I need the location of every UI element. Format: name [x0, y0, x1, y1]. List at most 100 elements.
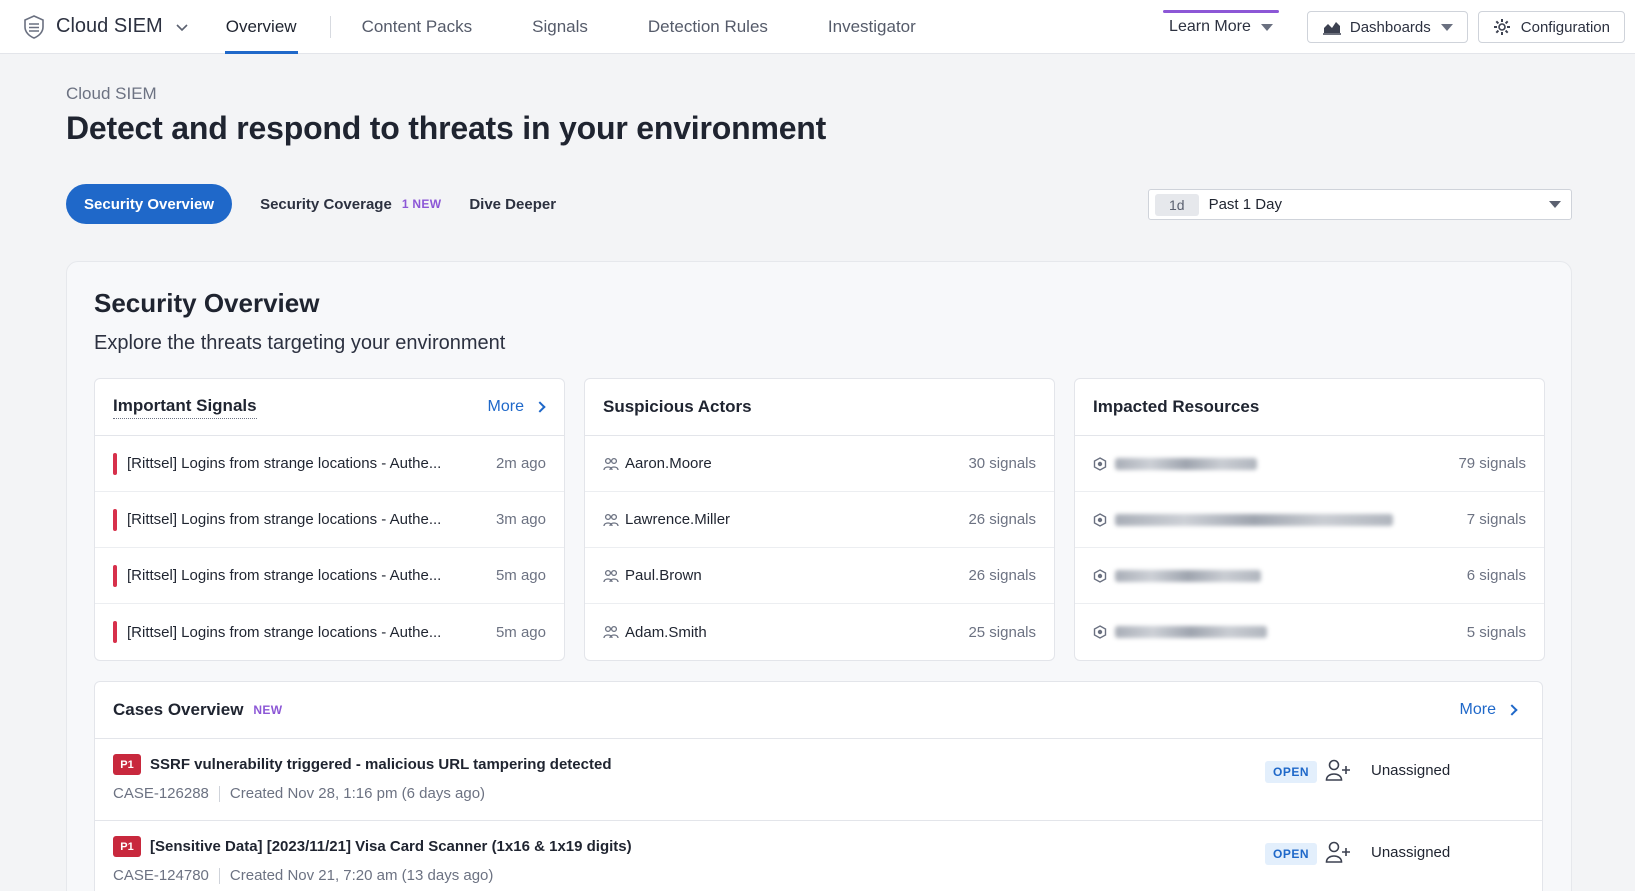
important-signals-title[interactable]: Important Signals — [113, 396, 257, 419]
case-meta: CASE-124780 Created Nov 21, 7:20 am (13 … — [113, 867, 493, 884]
actor-row[interactable]: Adam.Smith 25 signals — [585, 604, 1054, 660]
user-group-icon — [603, 624, 619, 640]
priority-badge: P1 — [113, 836, 141, 857]
tab-dive-deeper[interactable]: Dive Deeper — [469, 196, 556, 213]
actor-signal-count: 30 signals — [968, 455, 1036, 472]
case-id: CASE-126288 — [113, 785, 209, 802]
case-created: Created Nov 28, 1:16 pm (6 days ago) — [229, 785, 486, 802]
assignee-label[interactable]: Unassigned — [1371, 844, 1450, 861]
tab-overview[interactable]: Overview — [224, 0, 298, 54]
tab-security-coverage[interactable]: Security Coverage 1 NEW — [260, 196, 441, 213]
breadcrumb[interactable]: Cloud SIEM — [66, 84, 157, 104]
time-range-picker[interactable]: 1d Past 1 Day — [1148, 189, 1572, 220]
resource-icon — [1093, 456, 1107, 471]
signal-row[interactable]: [Rittsel] Logins from strange locations … — [95, 604, 564, 660]
resource-row[interactable]: 5 signals — [1075, 604, 1544, 660]
signal-row[interactable]: [Rittsel] Logins from strange locations … — [95, 492, 564, 548]
caret-down-icon — [1440, 23, 1453, 31]
status-badge: OPEN — [1265, 761, 1318, 783]
configuration-button[interactable]: Configuration — [1477, 11, 1625, 43]
section-tabs: Security Overview Security Coverage 1 NE… — [66, 184, 556, 224]
case-title[interactable]: SSRF vulnerability triggered - malicious… — [150, 756, 611, 773]
assignee-label[interactable]: Unassigned — [1371, 762, 1450, 779]
caret-down-icon — [1549, 201, 1561, 208]
severity-indicator — [113, 452, 117, 475]
panel-header: Suspicious Actors — [585, 379, 1054, 436]
resource-row[interactable]: 7 signals — [1075, 492, 1544, 548]
signal-time: 2m ago — [495, 455, 546, 472]
case-meta: CASE-126288 Created Nov 28, 1:16 pm (6 d… — [113, 785, 485, 802]
case-id: CASE-124780 — [113, 867, 209, 884]
impacted-resources-panel: Impacted Resources 79 signals 7 signals … — [1074, 378, 1545, 661]
time-range-label: Past 1 Day — [1208, 196, 1282, 213]
tab-content-packs[interactable]: Content Packs — [361, 0, 474, 54]
signal-time: 5m ago — [495, 567, 546, 584]
actor-row[interactable]: Lawrence.Miller 26 signals — [585, 492, 1054, 548]
nav-divider — [329, 15, 331, 38]
chevron-right-icon — [1506, 704, 1518, 716]
user-group-icon — [603, 512, 619, 528]
priority-badge: P1 — [113, 754, 141, 775]
resource-icon — [1093, 625, 1107, 639]
user-group-icon — [603, 568, 619, 584]
redacted-resource-name — [1115, 569, 1261, 582]
main-tabs: Overview Content Packs Signals Detection… — [224, 0, 975, 54]
caret-down-icon — [1260, 23, 1273, 31]
resource-signal-count: 7 signals — [1466, 511, 1526, 528]
section-subtitle: Explore the threats targeting your envir… — [94, 332, 506, 354]
resource-signal-count: 6 signals — [1466, 567, 1526, 584]
case-header: P1 SSRF vulnerability triggered - malici… — [113, 754, 611, 775]
app-title: Cloud SIEM — [56, 15, 163, 37]
chevron-down-icon — [175, 20, 189, 34]
impacted-resources-title: Impacted Resources — [1093, 397, 1260, 416]
resource-signal-count: 79 signals — [1458, 455, 1526, 472]
case-header: P1 [Sensitive Data] [2023/11/21] Visa Ca… — [113, 836, 632, 857]
tab-detection-rules[interactable]: Detection Rules — [647, 0, 769, 54]
actor-row[interactable]: Paul.Brown 26 signals — [585, 548, 1054, 604]
important-signals-panel: Important Signals More [Rittsel] Logins … — [94, 378, 565, 661]
app-switcher[interactable]: Cloud SIEM — [22, 0, 189, 54]
add-assignee-icon[interactable] — [1325, 840, 1351, 864]
actor-name: Adam.Smith — [625, 623, 707, 641]
signal-row[interactable]: [Rittsel] Logins from strange locations … — [95, 436, 564, 492]
more-signals-link[interactable]: More — [488, 398, 546, 416]
signal-time: 3m ago — [495, 511, 546, 528]
chevron-right-icon — [534, 401, 546, 413]
nav-actions: Learn More Dashboards Configuration — [1163, 0, 1625, 54]
resource-signal-count: 5 signals — [1466, 623, 1526, 641]
case-row[interactable]: P1 [Sensitive Data] [2023/11/21] Visa Ca… — [95, 821, 1542, 891]
page-title: Detect and respond to threats in your en… — [66, 110, 827, 146]
signal-title: [Rittsel] Logins from strange locations … — [127, 511, 442, 528]
tab-security-overview[interactable]: Security Overview — [66, 184, 233, 224]
redacted-resource-name — [1115, 626, 1267, 638]
signal-row[interactable]: [Rittsel] Logins from strange locations … — [95, 548, 564, 604]
dashboards-button[interactable]: Dashboards — [1306, 11, 1468, 43]
case-title[interactable]: [Sensitive Data] [2023/11/21] Visa Card … — [150, 838, 632, 855]
severity-indicator — [113, 564, 117, 587]
learn-more-menu[interactable]: Learn More — [1163, 0, 1279, 54]
more-cases-link[interactable]: More — [1460, 701, 1518, 719]
siem-logo-icon — [22, 14, 46, 39]
panel-header: Impacted Resources — [1075, 379, 1544, 436]
signal-time: 5m ago — [495, 623, 546, 641]
tab-investigator[interactable]: Investigator — [827, 0, 917, 54]
actor-signal-count: 26 signals — [968, 511, 1036, 528]
cases-overview-title: Cases Overview — [113, 700, 244, 719]
actor-row[interactable]: Aaron.Moore 30 signals — [585, 436, 1054, 492]
tab-signals[interactable]: Signals — [531, 0, 589, 54]
cases-overview-panel: Cases Overview NEW More P1 SSRF vulnerab… — [94, 681, 1543, 891]
gear-icon — [1493, 18, 1513, 36]
resource-row[interactable]: 79 signals — [1075, 436, 1544, 492]
learn-more-label: Learn More — [1169, 18, 1251, 35]
section-title: Security Overview — [94, 288, 320, 318]
severity-indicator — [113, 621, 117, 643]
resource-icon — [1093, 568, 1107, 583]
signal-title: [Rittsel] Logins from strange locations … — [127, 455, 442, 472]
case-row[interactable]: P1 SSRF vulnerability triggered - malici… — [95, 739, 1542, 821]
add-assignee-icon[interactable] — [1325, 758, 1351, 782]
actor-name: Lawrence.Miller — [625, 511, 731, 528]
new-badge: 1 NEW — [401, 197, 442, 211]
dashboards-label: Dashboards — [1349, 18, 1431, 36]
resource-row[interactable]: 6 signals — [1075, 548, 1544, 604]
panel-header: Important Signals More — [95, 379, 564, 436]
